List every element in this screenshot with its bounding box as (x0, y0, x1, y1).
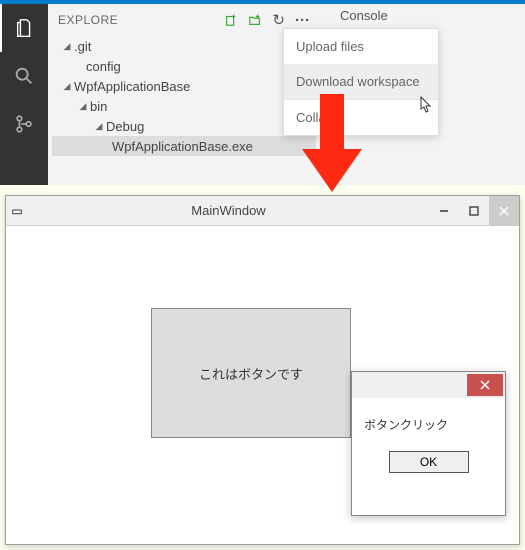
cursor-icon (418, 96, 434, 114)
explorer-tab-icon[interactable] (0, 4, 48, 52)
tree-item-git[interactable]: ◢.git (52, 36, 316, 56)
dialog-close-button[interactable] (467, 374, 503, 396)
console-label: Console (340, 8, 388, 23)
close-button[interactable] (489, 196, 519, 226)
titlebar: ▭ MainWindow (6, 196, 519, 226)
refresh-icon[interactable]: ↻ (272, 11, 285, 29)
window-title: MainWindow (28, 203, 429, 218)
new-file-icon[interactable] (224, 13, 238, 27)
message-dialog: ボタンクリック OK (351, 371, 506, 516)
file-tree: ◢.git config ◢WpfApplicationBase ◢bin ◢D… (48, 36, 320, 156)
activity-bar (0, 4, 48, 185)
dialog-titlebar (352, 372, 505, 398)
download-arrow-icon (302, 94, 362, 192)
menu-upload-files[interactable]: Upload files (284, 29, 438, 64)
tree-item-project[interactable]: ◢WpfApplicationBase (52, 76, 316, 96)
editor-panel: EXPLORE ↻ ··· ◢.git config ◢WpfApplicati… (0, 0, 525, 185)
tree-item-debug[interactable]: ◢Debug (52, 116, 316, 136)
tree-item-config[interactable]: config (52, 56, 316, 76)
search-tab-icon[interactable] (0, 52, 48, 100)
maximize-button[interactable] (459, 196, 489, 226)
ok-button[interactable]: OK (389, 451, 469, 473)
minimize-button[interactable] (429, 196, 459, 226)
explorer-title: EXPLORE (58, 13, 224, 27)
main-button-label: これはボタンです (199, 364, 303, 383)
more-icon[interactable]: ··· (295, 12, 310, 29)
scm-tab-icon[interactable] (0, 100, 48, 148)
explorer-panel: EXPLORE ↻ ··· ◢.git config ◢WpfApplicati… (48, 4, 320, 185)
main-button[interactable]: これはボタンです (151, 308, 351, 438)
dialog-message: ボタンクリック (352, 398, 505, 443)
new-folder-icon[interactable] (248, 13, 262, 27)
main-window: ▭ MainWindow これはボタンです ボタンクリック OK (5, 195, 520, 545)
tree-item-exe[interactable]: WpfApplicationBase.exe (52, 136, 316, 156)
window-icon: ▭ (6, 204, 28, 218)
explorer-header: EXPLORE ↻ ··· (48, 4, 320, 36)
tree-item-bin[interactable]: ◢bin (52, 96, 316, 116)
